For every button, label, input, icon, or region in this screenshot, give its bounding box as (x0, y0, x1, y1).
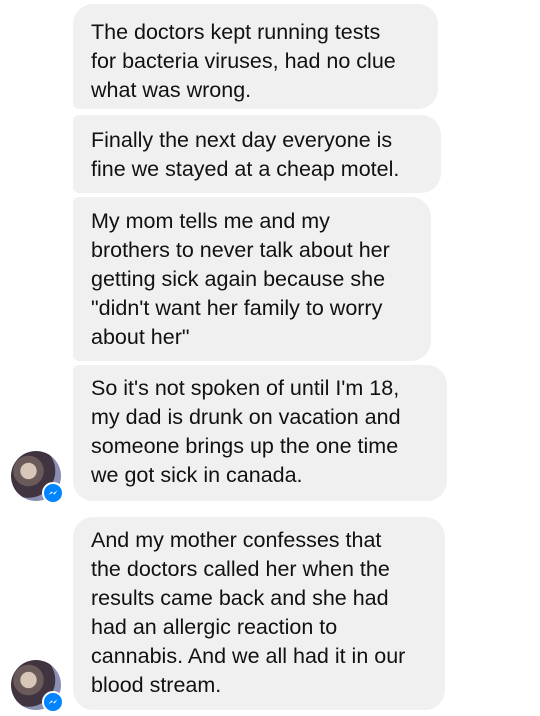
message-bubble[interactable]: And my mother confesses that the doctors… (73, 517, 445, 710)
message-bubble[interactable]: My mom tells me and my brothers to never… (73, 197, 431, 361)
message-bubble[interactable]: Finally the next day everyone is fine we… (73, 115, 441, 193)
messenger-badge-icon (42, 482, 64, 504)
messenger-badge-icon (42, 691, 64, 713)
sender-avatar[interactable] (11, 451, 64, 504)
message-bubble[interactable]: So it's not spoken of until I'm 18, my d… (73, 365, 447, 501)
sender-avatar[interactable] (11, 660, 64, 713)
message-bubble[interactable]: The doctors kept running tests for bacte… (73, 4, 438, 109)
